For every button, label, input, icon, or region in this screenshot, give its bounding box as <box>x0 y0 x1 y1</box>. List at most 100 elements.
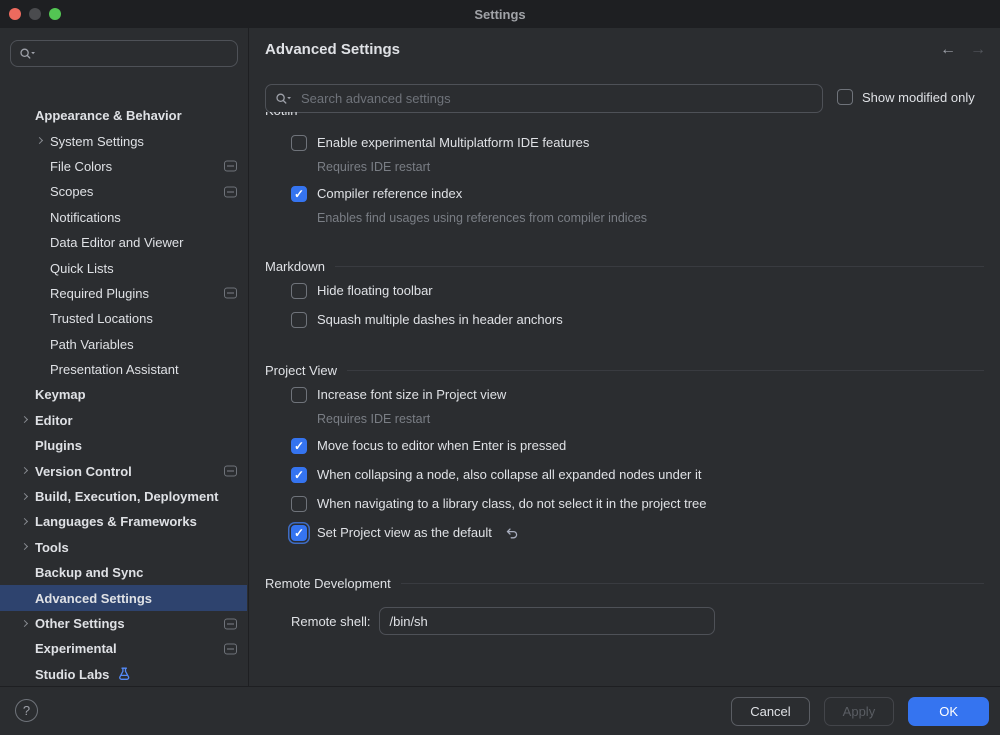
checkbox[interactable]: ✓ <box>291 438 307 454</box>
sidebar-item-presentation-assistant[interactable]: Presentation Assistant <box>0 357 247 382</box>
sidebar-item-backup-and-sync[interactable]: Backup and Sync <box>0 560 247 585</box>
sidebar-item-file-colors[interactable]: File Colors <box>0 154 247 179</box>
sidebar-item-editor[interactable]: Editor <box>0 408 247 433</box>
sidebar-item-label: Languages & Frameworks <box>35 514 197 529</box>
setting-enable-experimental-multiplatform-ide-features[interactable]: Enable experimental Multiplatform IDE fe… <box>265 128 984 157</box>
chevron-right-icon[interactable] <box>21 518 28 525</box>
sidebar-search-field[interactable] <box>10 40 238 67</box>
setting-when-collapsing-a-node-also-collapse-all-expanded-nodes-under-it[interactable]: ✓When collapsing a node, also collapse a… <box>265 460 984 489</box>
sidebar-search-input[interactable] <box>42 45 229 62</box>
sidebar-item-label: Backup and Sync <box>35 565 143 580</box>
check-mark-icon: ✓ <box>294 188 304 200</box>
section-title: Remote Development <box>265 576 391 591</box>
advanced-search-field[interactable] <box>265 84 823 113</box>
sidebar-item-label: Required Plugins <box>50 286 149 301</box>
setting-set-project-view-as-the-default[interactable]: ✓Set Project view as the default <box>265 518 984 547</box>
help-icon[interactable]: ? <box>15 699 38 722</box>
sidebar-item-studio-labs[interactable]: Studio Labs <box>0 662 247 687</box>
sidebar-item-tools[interactable]: Tools <box>0 535 247 560</box>
sidebar-item-languages-frameworks[interactable]: Languages & Frameworks <box>0 509 247 534</box>
stored-settings-badge-icon <box>224 618 237 629</box>
dialog-footer: ? Cancel Apply OK <box>0 686 1000 735</box>
sidebar-item-label: Tools <box>35 540 69 555</box>
section-divider <box>401 583 984 584</box>
chevron-right-icon[interactable] <box>21 416 28 423</box>
sidebar-item-label: Build, Execution, Deployment <box>35 489 218 504</box>
advanced-settings-panel: Advanced Settings ← → Show modified only… <box>249 28 1000 686</box>
setting-increase-font-size-in-project-view[interactable]: Increase font size in Project view <box>265 380 984 409</box>
ok-button[interactable]: OK <box>908 697 989 726</box>
chevron-right-icon[interactable] <box>21 467 28 474</box>
sidebar-item-label: Experimental <box>35 641 117 656</box>
sidebar-item-build-execution-deployment[interactable]: Build, Execution, Deployment <box>0 484 247 509</box>
page-title: Advanced Settings <box>265 41 400 58</box>
chevron-right-icon[interactable] <box>21 543 28 550</box>
back-arrow-icon[interactable]: ← <box>940 42 956 58</box>
sidebar-item-label: Notifications <box>50 210 121 225</box>
search-icon <box>275 92 292 106</box>
setting-label: When navigating to a library class, do n… <box>317 496 706 511</box>
sidebar-item-required-plugins[interactable]: Required Plugins <box>0 281 247 306</box>
stored-settings-badge-icon <box>224 186 237 197</box>
checkbox[interactable] <box>291 387 307 403</box>
search-icon <box>19 47 36 61</box>
sidebar-item-path-variables[interactable]: Path Variables <box>0 332 247 357</box>
show-modified-only-checkbox[interactable]: Show modified only <box>837 89 975 105</box>
section-divider <box>335 266 984 267</box>
sidebar-item-system-settings[interactable]: System Settings <box>0 128 247 153</box>
sidebar-item-quick-lists[interactable]: Quick Lists <box>0 255 247 280</box>
sidebar-item-version-control[interactable]: Version Control <box>0 458 247 483</box>
sidebar-item-data-editor-and-viewer[interactable]: Data Editor and Viewer <box>0 230 247 255</box>
section-divider <box>347 370 984 371</box>
setting-move-focus-to-editor-when-enter-is-pressed[interactable]: ✓Move focus to editor when Enter is pres… <box>265 431 984 460</box>
chevron-right-icon[interactable] <box>21 493 28 500</box>
checkbox[interactable] <box>291 312 307 328</box>
setting-hide-floating-toolbar[interactable]: Hide floating toolbar <box>265 276 984 305</box>
chevron-right-icon[interactable] <box>36 137 43 144</box>
checkbox[interactable] <box>837 89 853 105</box>
titlebar: Settings <box>0 0 1000 28</box>
settings-content: KotlinEnable experimental Multiplatform … <box>249 112 1000 686</box>
chevron-right-icon[interactable] <box>21 619 28 626</box>
sidebar-item-other-settings[interactable]: Other Settings <box>0 611 247 636</box>
sidebar-item-keymap[interactable]: Keymap <box>0 382 247 407</box>
checkbox[interactable]: ✓ <box>291 525 307 541</box>
sidebar-item-experimental[interactable]: Experimental <box>0 636 247 661</box>
check-mark-icon: ✓ <box>294 469 304 481</box>
sidebar-item-plugins[interactable]: Plugins <box>0 433 247 458</box>
checkbox[interactable] <box>291 283 307 299</box>
setting-label: Hide floating toolbar <box>317 283 433 298</box>
stored-settings-badge-icon <box>224 288 237 299</box>
sidebar-item-label: Data Editor and Viewer <box>50 235 183 250</box>
revert-icon[interactable] <box>504 527 519 539</box>
checkbox[interactable]: ✓ <box>291 186 307 202</box>
remote-shell-input[interactable] <box>379 607 715 635</box>
setting-label: Increase font size in Project view <box>317 387 506 402</box>
sidebar-item-label: Editor <box>35 413 73 428</box>
setting-squash-multiple-dashes-in-header-anchors[interactable]: Squash multiple dashes in header anchors <box>265 305 984 334</box>
stored-settings-badge-icon <box>224 466 237 477</box>
checkbox[interactable] <box>291 496 307 512</box>
setting-when-navigating-to-a-library-class-do-not-select-it-in-the-project-tree[interactable]: When navigating to a library class, do n… <box>265 489 984 518</box>
sidebar-item-label: Quick Lists <box>50 261 114 276</box>
sidebar-item-label: Plugins <box>35 438 82 453</box>
remote-shell-row: Remote shell: <box>265 607 984 635</box>
sidebar-item-label: Trusted Locations <box>50 311 153 326</box>
show-modified-only-label: Show modified only <box>862 90 975 105</box>
setting-description: Enables find usages using references fro… <box>265 208 984 230</box>
checkbox[interactable] <box>291 135 307 151</box>
apply-button[interactable]: Apply <box>824 697 895 726</box>
cancel-button[interactable]: Cancel <box>731 697 809 726</box>
advanced-search-input[interactable] <box>299 90 813 107</box>
setting-compiler-reference-index[interactable]: ✓Compiler reference index <box>265 179 984 208</box>
sidebar-item-label: Version Control <box>35 464 132 479</box>
sidebar-item-label: Scopes <box>50 184 93 199</box>
sidebar-item-advanced-settings[interactable]: Advanced Settings <box>0 585 247 610</box>
section-project-view: Project ViewIncrease font size in Projec… <box>265 360 984 547</box>
sidebar-item-appearance-behavior[interactable]: Appearance & Behavior <box>0 103 247 128</box>
sidebar-item-trusted-locations[interactable]: Trusted Locations <box>0 306 247 331</box>
sidebar-item-label: Appearance & Behavior <box>35 108 182 123</box>
sidebar-item-scopes[interactable]: Scopes <box>0 179 247 204</box>
sidebar-item-notifications[interactable]: Notifications <box>0 205 247 230</box>
checkbox[interactable]: ✓ <box>291 467 307 483</box>
